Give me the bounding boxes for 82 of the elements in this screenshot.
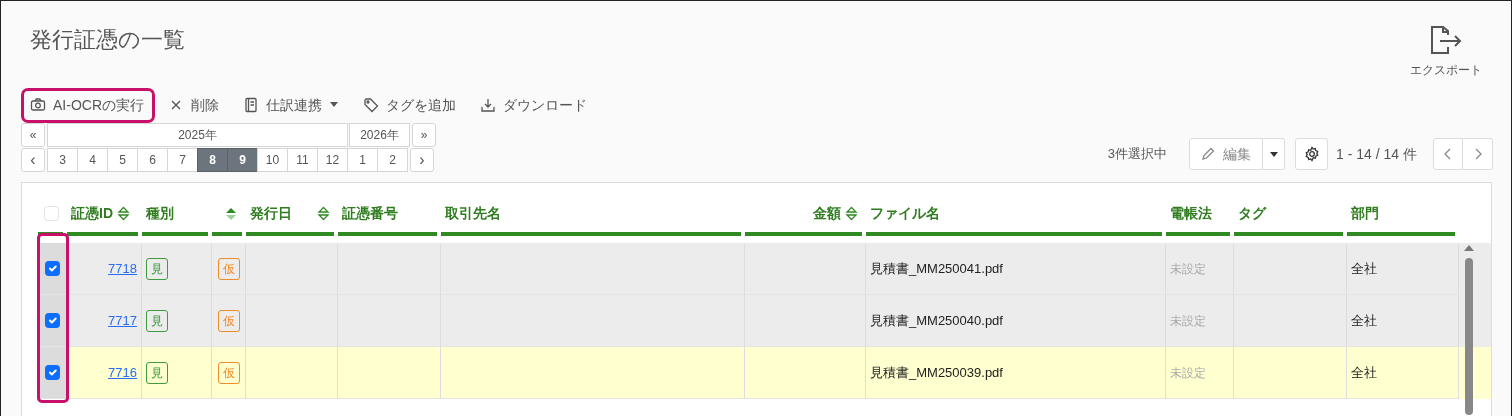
settings-icon (1303, 146, 1320, 162)
column-header: 取引先名 (445, 204, 501, 223)
page-title: 発行証憑の一覧 (30, 27, 185, 54)
table-row[interactable]: 7716 見 仮 見積書_MM250039.pdf 未設定 全社 (38, 347, 1491, 399)
compliance-status: 未設定 (1170, 312, 1206, 330)
scrollbar[interactable] (1462, 245, 1476, 415)
column-header: 証憑ID (71, 204, 113, 223)
export-button[interactable]: エクスポート (1410, 25, 1482, 79)
row-checkbox[interactable] (44, 313, 60, 328)
camera-icon (30, 97, 46, 113)
month-button[interactable]: 6 (137, 148, 168, 172)
column-header: 金額 (813, 204, 841, 223)
department: 全社 (1351, 259, 1377, 278)
compliance-status: 未設定 (1170, 364, 1206, 382)
type-badge: 見 (146, 361, 168, 384)
column-header: 種別 (146, 204, 174, 223)
column-header: タグ (1238, 204, 1266, 223)
status-badge: 仮 (218, 257, 240, 280)
month-button[interactable]: 10 (257, 148, 288, 172)
column-header: 証憑番号 (342, 204, 398, 223)
toolbar-button[interactable]: 削除 (159, 87, 230, 123)
year-label: 2025年 (47, 123, 348, 147)
file-name: 見積書_MM250040.pdf (870, 311, 1003, 330)
type-badge: 見 (146, 257, 168, 280)
file-name: 見積書_MM250041.pdf (870, 259, 1003, 278)
year-label: 2026年 (349, 123, 410, 147)
select-all-checkbox[interactable] (44, 206, 59, 221)
department: 全社 (1351, 311, 1377, 330)
toolbar-button[interactable]: 仕訳連携 (234, 87, 350, 123)
previous-year-button[interactable]: « (21, 123, 45, 147)
book-icon (243, 97, 259, 113)
settings-button[interactable] (1295, 138, 1329, 170)
previous-month-button[interactable]: ‹ (21, 148, 45, 172)
row-checkbox[interactable] (44, 365, 60, 380)
toolbar-button[interactable]: ダウンロード (471, 87, 598, 123)
status-badge: 仮 (218, 309, 240, 332)
month-button[interactable]: 2 (377, 148, 408, 172)
month-button[interactable]: 1 (347, 148, 378, 172)
chevron-right-icon (1473, 148, 1482, 160)
month-button[interactable]: 9 (227, 148, 258, 172)
tag-icon (363, 97, 379, 113)
table-row[interactable]: 7717 見 仮 見積書_MM250040.pdf 未設定 全社 (38, 295, 1491, 347)
export-icon (1428, 25, 1464, 57)
caret-icon (1269, 151, 1278, 157)
sort-icon[interactable] (117, 206, 130, 221)
column-header: ファイル名 (870, 204, 940, 223)
month-button[interactable]: 5 (107, 148, 138, 172)
month-button[interactable]: 4 (77, 148, 108, 172)
toolbar-button[interactable]: タグを追加 (354, 87, 467, 123)
file-name: 見積書_MM250039.pdf (870, 363, 1003, 382)
month-button[interactable]: 7 (167, 148, 198, 172)
selection-count: 3件選択中 (1107, 145, 1168, 164)
column-header: 発行日 (250, 204, 292, 223)
toolbar-button[interactable]: AI-OCRの実行 (21, 87, 155, 123)
row-checkbox[interactable] (44, 261, 60, 276)
pencil-icon (1201, 147, 1216, 161)
caret-icon (329, 102, 339, 108)
download-icon (480, 97, 496, 113)
next-month-button[interactable]: › (410, 148, 434, 172)
type-badge: 見 (146, 309, 168, 332)
id-link[interactable]: 7717 (108, 310, 137, 331)
sort-icon[interactable] (845, 206, 858, 221)
sort-icon[interactable] (317, 206, 330, 221)
dropdown-button[interactable] (1263, 138, 1286, 170)
id-link[interactable]: 7716 (108, 362, 137, 383)
id-link[interactable]: 7718 (108, 258, 137, 279)
page-range: 1 - 14 / 14 件 (1336, 144, 1417, 164)
edit-button[interactable]: 編集 (1189, 138, 1264, 170)
month-button[interactable]: 11 (287, 148, 318, 172)
month-button[interactable]: 3 (47, 148, 78, 172)
compliance-status: 未設定 (1170, 260, 1206, 278)
department: 全社 (1351, 363, 1377, 382)
column-header: 電帳法 (1170, 204, 1212, 223)
month-button[interactable]: 8 (197, 148, 228, 172)
table-row[interactable]: 7718 見 仮 見積書_MM250041.pdf 未設定 全社 (38, 243, 1491, 295)
scroll-up-icon (1464, 245, 1474, 252)
column-header: 部門 (1351, 204, 1379, 223)
sort-ascending-icon[interactable] (225, 206, 237, 221)
next-year-button[interactable]: » (412, 123, 436, 147)
chevron-left-icon (1444, 148, 1452, 160)
status-badge: 仮 (218, 361, 240, 384)
month-button[interactable]: 12 (317, 148, 348, 172)
